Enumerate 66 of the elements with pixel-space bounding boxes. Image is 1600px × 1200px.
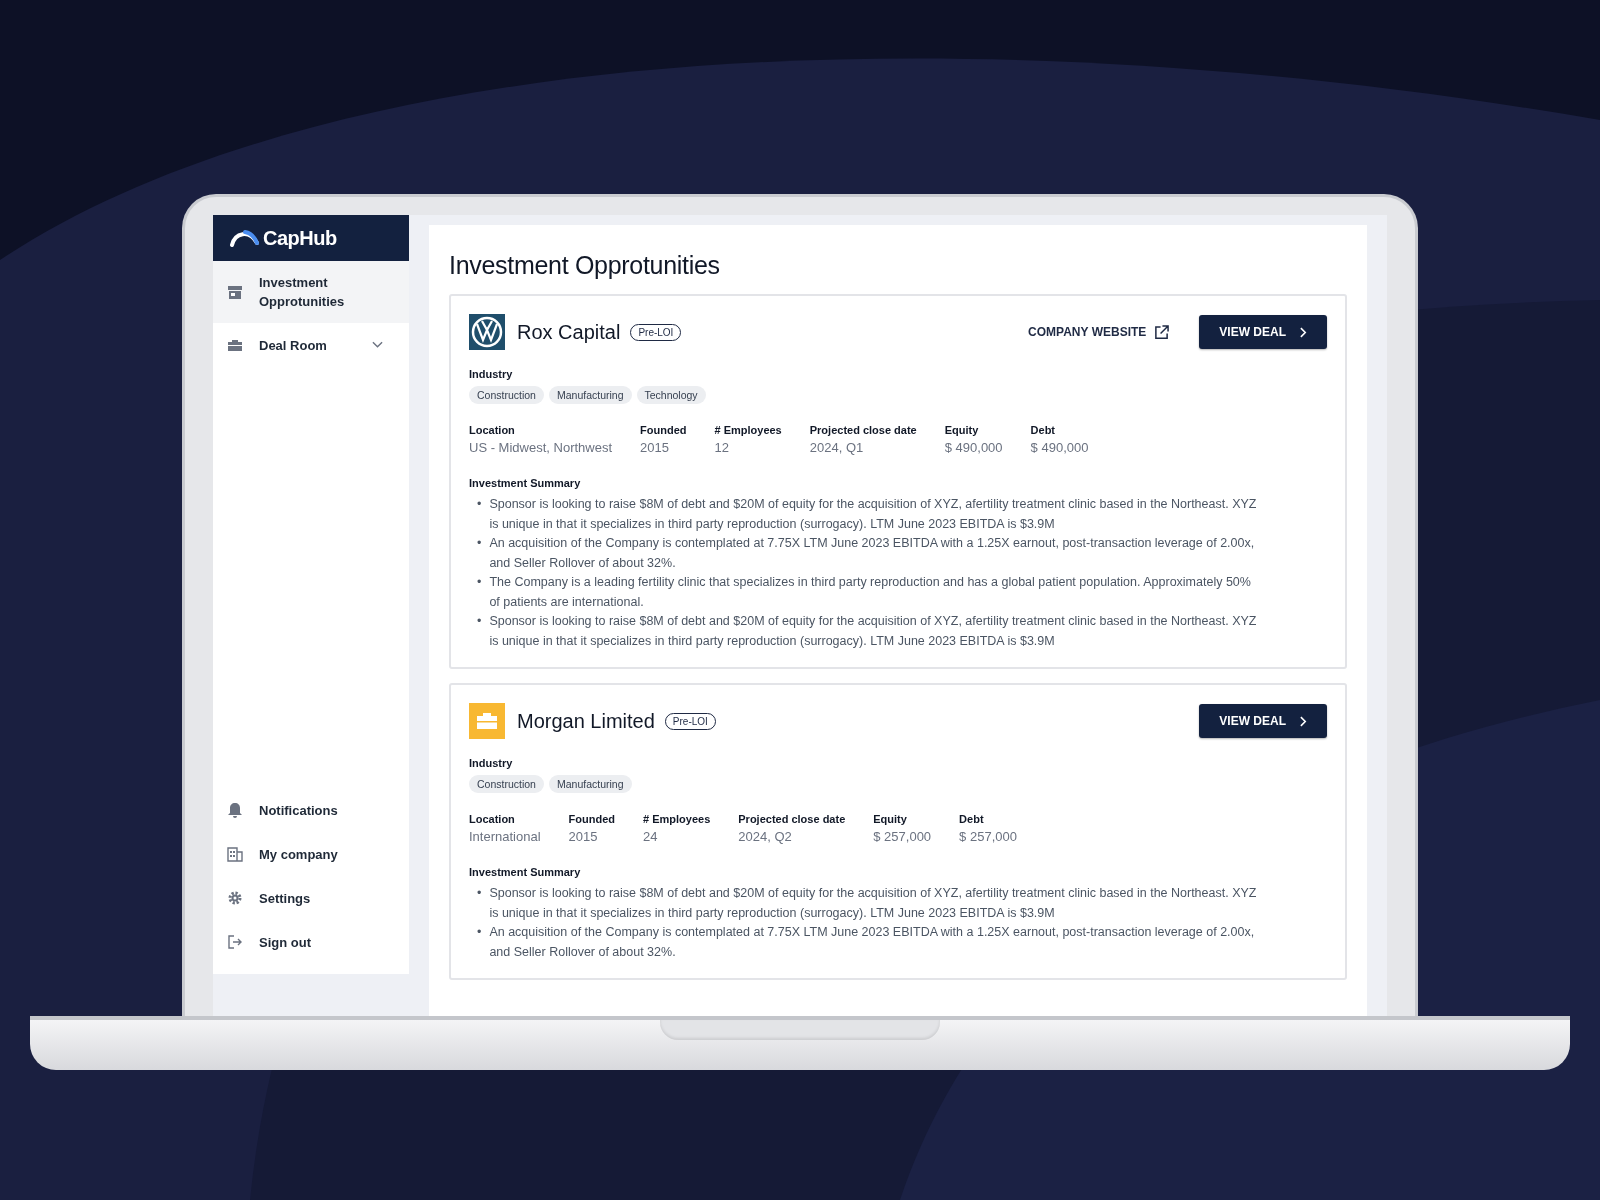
- company-name: Rox Capital: [517, 320, 621, 344]
- bullet-mark: •: [477, 924, 482, 941]
- arc-logo-icon: [229, 229, 259, 247]
- summary-bullet: The Company is a leading fertility clinic that specializes in third party reproduction and has a global patient population. Approximately 50% of patients are international.: [489, 574, 1252, 611]
- storefront-icon: [227, 284, 243, 300]
- field-label: Founded: [568, 813, 615, 825]
- app-logo: CapHub: [263, 226, 337, 250]
- field-label: Debt: [959, 813, 985, 825]
- page-title: Investment Opprotunities: [449, 251, 721, 280]
- view-deal-button[interactable]: VIEW DEAL: [1199, 704, 1327, 738]
- field-value: 2015: [568, 829, 599, 844]
- emblem-logo-icon: [469, 314, 505, 350]
- industry-tag: Technology: [636, 386, 706, 404]
- external-link-icon: [1154, 324, 1170, 340]
- field-label: Location: [469, 424, 516, 436]
- field-value: US - Midwest, Northwest: [469, 440, 613, 455]
- field-label: Equity: [873, 813, 908, 825]
- bullet-mark: •: [477, 496, 482, 513]
- field-value: 24: [643, 829, 659, 844]
- field-label: # Employees: [643, 813, 711, 825]
- field-value: 2024, Q1: [809, 440, 865, 455]
- field-label: Equity: [944, 424, 980, 436]
- company-name: Morgan Limited: [517, 709, 655, 733]
- chevron-right-icon: [1300, 326, 1307, 338]
- bullet-mark: •: [477, 885, 482, 902]
- summary-bullet: Sponsor is looking to raise $8M of debt and $20M of equity for the acquisition of XYZ, afertility treatment clinic based in the Northeast. XYZ is unique in that it specializes in third party reproduction (surrogacy). LTM June 2023 EBITDA is $3.9M: [489, 885, 1258, 922]
- field-value: $ 490,000: [1030, 440, 1089, 455]
- bullet-mark: •: [477, 535, 482, 552]
- settings-icon: [227, 890, 243, 906]
- field-value: $ 257,000: [873, 829, 932, 844]
- summary-bullet: An acquisition of the Company is contemplated at 7.75X LTM June 2023 EBITDA with a 1.25X earnout, post-transaction leverage of 2.00x, and Seller Rollover of about 32%.: [489, 924, 1256, 961]
- sign-out-icon: [227, 934, 243, 950]
- section-label: Investment Summary: [469, 477, 582, 489]
- summary-bullet: An acquisition of the Company is contemplated at 7.75X LTM June 2023 EBITDA with a 1.25X earnout, post-transaction leverage of 2.00x, and Seller Rollover of about 32%.: [489, 535, 1256, 572]
- chevron-right-icon: [1300, 715, 1307, 727]
- field-value: $ 257,000: [959, 829, 1017, 844]
- summary-bullet: Sponsor is looking to raise $8M of debt and $20M of equity for the acquisition of XYZ, afertility treatment clinic based in the Northeast. XYZ is unique in that it specializes in third party reproduction (surrogacy). LTM June 2023 EBITDA is $3.9M: [489, 613, 1258, 650]
- field-label: Projected close date: [738, 813, 846, 825]
- bullet-mark: •: [477, 613, 482, 630]
- field-label: Industry: [469, 368, 514, 380]
- briefcase-logo-icon: [469, 703, 505, 739]
- bell-icon: [227, 802, 243, 818]
- field-label: Founded: [640, 424, 687, 436]
- summary-bullet: Sponsor is looking to raise $8M of debt and $20M of equity for the acquisition of XYZ, afertility treatment clinic based in the Northeast. XYZ is unique in that it specializes in third party reproduction (surrogacy). LTM June 2023 EBITDA is $3.9M: [489, 496, 1258, 533]
- bullet-mark: •: [477, 574, 482, 591]
- briefcase-icon: [227, 337, 243, 353]
- field-value: 2024, Q2: [738, 829, 793, 844]
- industry-tag: Construction: [469, 775, 544, 793]
- field-label: Debt: [1030, 424, 1057, 436]
- field-value: 2015: [640, 440, 670, 455]
- field-label: Projected close date: [809, 424, 917, 436]
- building-icon: [227, 846, 243, 862]
- company-website-link[interactable]: COMPANY WEBSITE: [1028, 324, 1170, 340]
- industry-tag: Manufacturing: [548, 386, 632, 404]
- field-label: # Employees: [714, 424, 782, 436]
- field-value: International: [469, 829, 541, 844]
- industry-tag: Manufacturing: [548, 775, 632, 793]
- chevron-icon: [372, 341, 383, 349]
- field-value: 12: [714, 440, 730, 455]
- section-label: Investment Summary: [469, 866, 582, 878]
- field-value: $ 490,000: [944, 440, 1003, 455]
- industry-tag: Construction: [469, 386, 544, 404]
- field-label: Industry: [469, 757, 514, 769]
- view-deal-button[interactable]: VIEW DEAL: [1199, 315, 1327, 349]
- field-label: Location: [469, 813, 516, 825]
- sidebar-item[interactable]: Investment Opprotunities: [213, 261, 409, 323]
